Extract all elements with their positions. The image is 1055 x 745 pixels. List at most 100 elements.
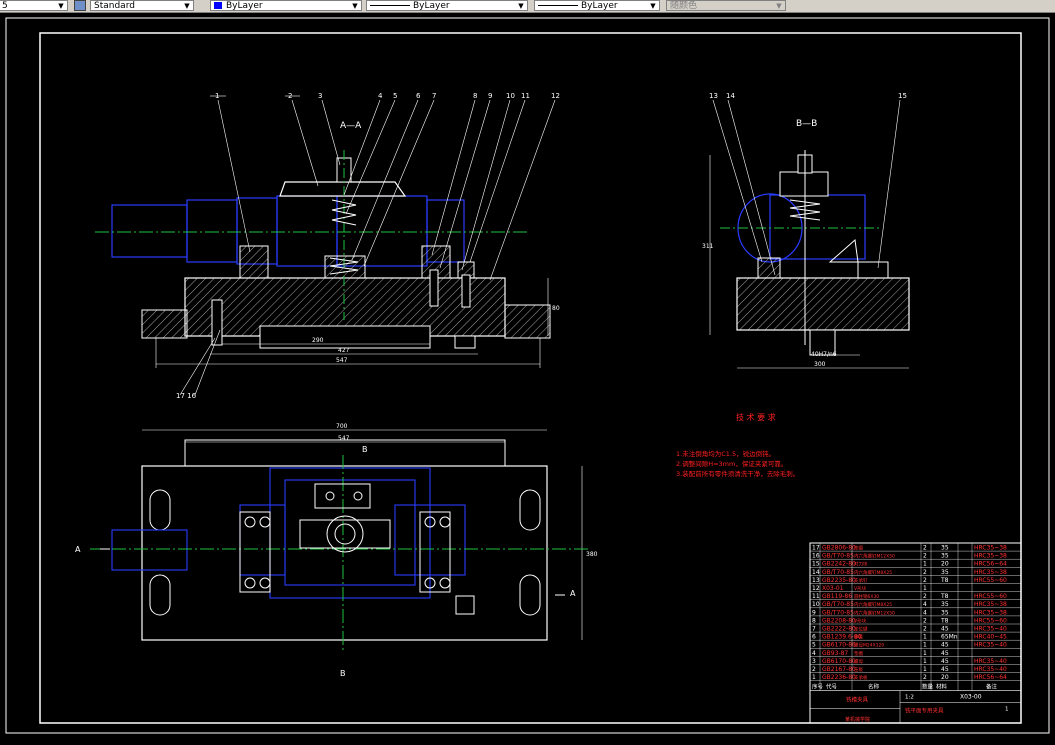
bom-cell-note: HRC35~38 [974, 609, 1007, 616]
bom-cell-no: 2 [812, 666, 816, 673]
marker-b-bottom: B [340, 669, 346, 678]
bom-cell-note: HRC35~38 [974, 553, 1007, 560]
bom-cell-note: HRC40~45 [974, 634, 1007, 641]
color-combo[interactable]: ByLayer ▼ [210, 0, 362, 11]
bom-cell-code: GB119-86 [822, 593, 852, 600]
bom-cell-qty: 2 [923, 617, 927, 624]
bom-cell-qty: 2 [923, 545, 927, 552]
callout-1: 1 [215, 92, 219, 100]
linetype-combo[interactable]: ByLayer ▼ [366, 0, 528, 11]
callout-7: 7 [432, 92, 436, 100]
bom-cell-qty: 1 [923, 634, 927, 641]
bom-cell-qty: 1 [923, 666, 927, 673]
cad-drawing: 1 2 3 4 5 6 7 8 9 10 11 12 17 16 A—A 290… [5, 17, 1050, 734]
plotstyle-value: 随颜色 [670, 1, 698, 11]
bom-cell-no: 8 [812, 617, 816, 624]
chevron-down-icon[interactable]: ▼ [648, 1, 658, 10]
plotstyle-combo[interactable]: 随颜色 ▼ [666, 0, 786, 11]
bom-cell-code: GB2242-80 [822, 561, 856, 568]
bom-cell-mat: 65Mn [941, 634, 958, 641]
bom-header-cell: 材料 [936, 683, 948, 691]
bom-cell-qty: 1 [923, 658, 927, 665]
color-value: ByLayer [226, 1, 263, 11]
bom-cell-no: 13 [812, 577, 820, 584]
linetype-value: ByLayer [413, 1, 450, 11]
bom-cell-note: HRC55~60 [974, 577, 1007, 584]
tb-assembly-name: 铣槽夹具 [846, 696, 869, 704]
bom-cell-no: 12 [812, 585, 820, 592]
tech-note-1: 1.未注倒角均为C1.5，锐边倒钝。 [676, 449, 775, 458]
bom-header-cell: 名称 [868, 683, 880, 691]
chevron-down-icon[interactable]: ▼ [350, 1, 360, 10]
bom-cell-mat: 35 [941, 553, 949, 560]
bom-cell-name: 支承板 [854, 674, 868, 681]
bom-cell-name: 内六角螺钉M8X25 [854, 569, 892, 576]
callout-6: 6 [416, 92, 421, 100]
bom-cell-name: 螺母 [854, 658, 863, 665]
bom-cell-note: HRC55~60 [974, 593, 1007, 600]
bom-cell-mat: 35 [941, 545, 949, 552]
dim-style-combo[interactable]: 5 ▼ [0, 0, 68, 11]
bom-cell-no: 16 [812, 553, 820, 560]
bom-cell-note: HRC35~40 [974, 666, 1007, 673]
plan-view: 700 547 380 A A B B [75, 423, 598, 678]
bom-cell-qty: 4 [923, 601, 927, 608]
callout-15: 15 [898, 92, 907, 100]
bom-cell-mat: 45 [941, 626, 949, 633]
bom-cell-no: 15 [812, 561, 820, 568]
bom-cell-mat: 45 [941, 650, 949, 657]
dim-427: 427 [338, 347, 350, 354]
technical-requirements: 技 术 要 求 1.未注倒角均为C1.5，锐边倒钝。 2.调整间隙H=3mm，保… [676, 412, 799, 478]
lineweight-combo[interactable]: ByLayer ▼ [534, 0, 660, 11]
dim-300: 300 [814, 361, 826, 368]
linetype-sample [370, 5, 410, 6]
text-style-icon[interactable] [74, 0, 86, 11]
dim-vert: 380 [586, 551, 598, 558]
lineweight-value: ByLayer [581, 1, 618, 11]
bom-cell-name: 圆柱销6X30 [854, 593, 879, 600]
color-swatch-icon [214, 2, 222, 9]
dim-fit: 40H7/n6 [811, 351, 837, 358]
bom-header-cell: 代号 [826, 683, 838, 691]
dim-80: 80 [552, 305, 560, 312]
chevron-down-icon[interactable]: ▼ [182, 1, 192, 10]
bom-cell-mat: 45 [941, 642, 949, 649]
bom-cell-mat: 45 [941, 658, 949, 665]
bom-cell-note: HRC56~64 [974, 674, 1007, 681]
text-style-value: Standard [94, 1, 135, 11]
bom-cell-note: HRC35~38 [974, 545, 1007, 552]
bom-cell-note: HRC56~64 [974, 561, 1007, 568]
tb-part-desc: 铣平面专用夹具 [905, 707, 944, 715]
bom-cell-qty: 2 [923, 577, 927, 584]
bom-cell-name: V形块 [854, 585, 867, 592]
chevron-down-icon[interactable]: ▼ [516, 1, 526, 10]
bom-cell-qty: 2 [923, 674, 927, 681]
drawing-area[interactable]: 1 2 3 4 5 6 7 8 9 10 11 12 17 16 A—A 290… [0, 13, 1055, 741]
bom-cell-mat: 35 [941, 609, 949, 616]
tb-drawing-no: X03-00 [960, 694, 982, 701]
bom-cell-code: GB2167-80 [822, 666, 856, 673]
bom-cell-no: 10 [812, 601, 820, 608]
section-view-bb: 13 14 15 B—B 300 311 40H7/n6 [702, 92, 910, 369]
bom-cell-code: GB6170-80 [822, 658, 856, 665]
bom-cell-mat: 20 [941, 674, 949, 681]
bom-cell-name: 弹簧 [854, 634, 863, 641]
bom-cell-no: 5 [812, 642, 816, 649]
bom-cell-name: 内六角螺钉M12X50 [854, 609, 895, 616]
dim-700: 700 [336, 423, 348, 430]
dim-290: 290 [312, 337, 324, 344]
tech-title: 技 术 要 求 [736, 412, 776, 422]
sheet-border-inner [39, 32, 1022, 724]
tb-scale: 1:2 [905, 695, 914, 701]
bom-cell-mat: 20 [941, 561, 949, 568]
bom-cell-no: 11 [812, 593, 820, 600]
chevron-down-icon[interactable]: ▼ [774, 1, 784, 10]
bom-cell-code: GB6170-86 [822, 642, 856, 649]
tb-sheet: 1 [1005, 707, 1009, 713]
chevron-down-icon[interactable]: ▼ [56, 1, 66, 10]
marker-a-right: A [570, 589, 576, 598]
section-bb-label: B—B [796, 119, 817, 129]
bom-cell-no: 3 [812, 658, 816, 665]
bom-cell-code: GB2208-80 [822, 617, 856, 624]
text-style-combo[interactable]: Standard ▼ [90, 0, 194, 11]
